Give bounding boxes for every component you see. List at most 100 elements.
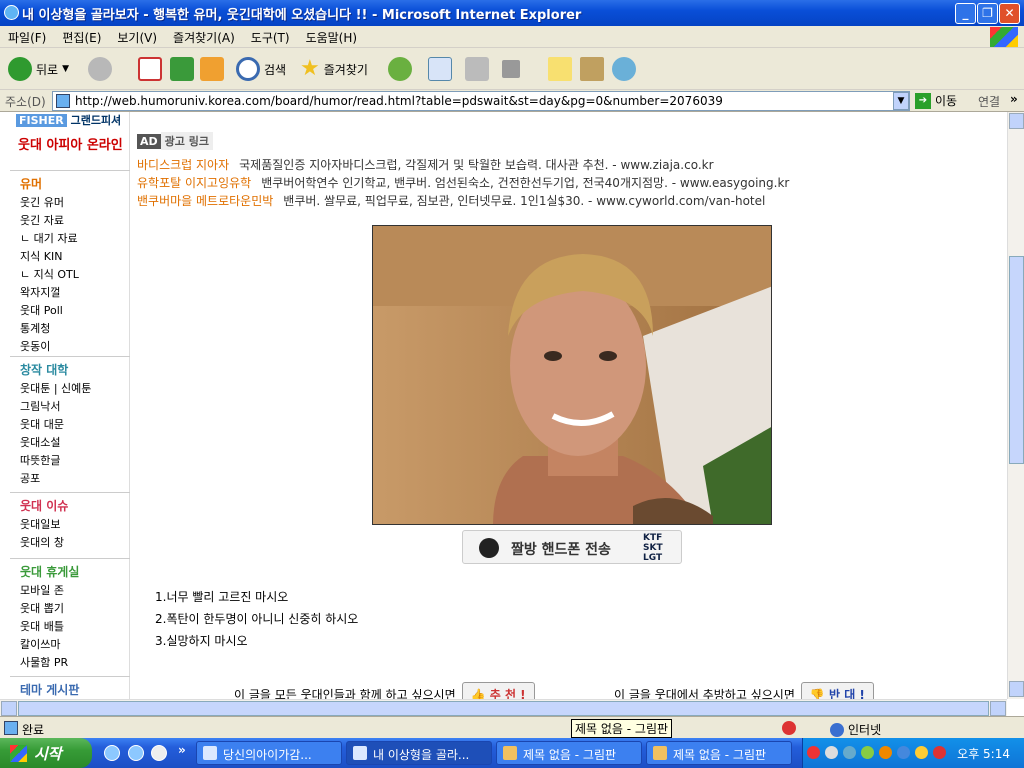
discuss-button[interactable] bbox=[548, 56, 572, 82]
h-scroll-thumb[interactable] bbox=[18, 701, 989, 716]
sidebar-item[interactable]: 웃대툰 | 신예툰 bbox=[20, 380, 130, 398]
scroll-thumb[interactable] bbox=[1009, 256, 1024, 464]
shield-icon[interactable] bbox=[915, 746, 928, 759]
sidebar-item[interactable]: 웃긴 자료 bbox=[20, 212, 130, 230]
sidebar-item[interactable]: ㄴ 지식 OTL bbox=[20, 266, 130, 284]
sidebar-item[interactable]: 웃대일보 bbox=[20, 516, 130, 534]
vertical-scrollbar[interactable] bbox=[1007, 112, 1024, 699]
links-label[interactable]: 연결 bbox=[978, 93, 1000, 110]
quicklaunch-ie-icon[interactable] bbox=[104, 745, 120, 761]
rule-text: 3.실망하지 마시오 bbox=[155, 634, 248, 648]
scroll-down-icon[interactable] bbox=[1009, 681, 1024, 697]
refresh-button[interactable] bbox=[170, 56, 194, 82]
sidebar-item[interactable]: 웃대 뽑기 bbox=[20, 600, 130, 618]
sidebar-item[interactable]: 웃대소설 bbox=[20, 434, 130, 452]
ad-link[interactable]: 밴쿠버마을 메트로타운민박 밴쿠버. 쌀무료, 픽업무료, 짐보관, 인터넷무료.… bbox=[137, 192, 765, 209]
research-button[interactable] bbox=[580, 56, 604, 82]
oppose-text: 이 글을 웃대에서 추방하고 싶으시면 bbox=[614, 688, 795, 699]
favorites-button[interactable]: ★ 즐겨찾기 bbox=[300, 56, 368, 82]
links-chevron-icon[interactable]: » bbox=[1010, 92, 1018, 106]
menu-file[interactable]: 파일(F) bbox=[0, 26, 54, 46]
window-title: 내 이상형을 골라보자 - 행복한 유머, 웃긴대학에 오셨습니다 !! - M… bbox=[22, 8, 582, 23]
sidebar-heading[interactable]: 테마 게시판 bbox=[20, 681, 130, 698]
task-button[interactable]: 당신의아이가감... bbox=[196, 741, 342, 765]
address-dropdown-icon[interactable]: ▼ bbox=[893, 92, 909, 110]
scroll-right-icon[interactable] bbox=[990, 701, 1006, 716]
sidebar-heading[interactable]: 웃대 이슈 bbox=[20, 497, 130, 514]
sidebar-item[interactable]: 웃대 배틀 bbox=[20, 618, 130, 636]
status-bar: 완료 인터넷 bbox=[0, 716, 1024, 738]
sidebar-item[interactable]: 모바일 존 bbox=[20, 582, 130, 600]
antivirus-icon[interactable] bbox=[933, 746, 946, 759]
tray-icon[interactable] bbox=[897, 746, 910, 759]
menu-edit[interactable]: 편집(E) bbox=[54, 26, 109, 46]
task-button[interactable]: 제목 없음 - 그림판 bbox=[496, 741, 642, 765]
menu-favorites[interactable]: 즐겨찾기(A) bbox=[165, 26, 243, 46]
start-button[interactable]: 시작 bbox=[0, 738, 92, 768]
oppose-button[interactable]: 👎 반 대 ! bbox=[800, 682, 874, 699]
quicklaunch-media-icon[interactable] bbox=[151, 745, 167, 761]
task-button-active[interactable]: 내 이상형을 골라... bbox=[346, 741, 492, 765]
stop-button[interactable] bbox=[138, 56, 162, 82]
sidebar-item[interactable]: 웃동이 bbox=[20, 338, 130, 356]
security-zone: 인터넷 bbox=[830, 721, 881, 738]
quicklaunch-ie-icon[interactable] bbox=[128, 745, 144, 761]
search-button[interactable]: 검색 bbox=[236, 56, 286, 82]
menu-help[interactable]: 도움말(H) bbox=[298, 26, 366, 46]
sidebar-item[interactable]: 공포 bbox=[20, 470, 130, 488]
sidebar-item[interactable]: 웃긴 유머 bbox=[20, 194, 130, 212]
sidebar-item[interactable]: 지식 KIN bbox=[20, 248, 130, 266]
sidebar-item[interactable]: 따뜻한글 bbox=[20, 452, 130, 470]
messenger-button[interactable] bbox=[612, 56, 636, 82]
carrier-list: KTF SKT LGT bbox=[643, 533, 663, 563]
ad-link[interactable]: 바디스크럽 지아자 국제품질인증 지아자바디스크럽, 각질제거 및 탁월한 보습력… bbox=[137, 156, 714, 173]
task-button[interactable]: 제목 없음 - 그림판 bbox=[646, 741, 792, 765]
scroll-left-icon[interactable] bbox=[1, 701, 17, 716]
sidebar-item[interactable]: 왁자지껄 bbox=[20, 284, 130, 302]
scroll-up-icon[interactable] bbox=[1009, 113, 1024, 129]
go-label: 이동 bbox=[935, 94, 958, 108]
go-button[interactable]: ➔ 이동 bbox=[915, 92, 957, 109]
back-button[interactable]: 뒤로 ▼ bbox=[8, 56, 69, 82]
edit-button[interactable] bbox=[502, 56, 520, 82]
home-button[interactable] bbox=[200, 56, 224, 82]
ie-window-icon bbox=[353, 746, 367, 760]
back-label: 뒤로 bbox=[36, 62, 59, 77]
sidebar-item[interactable]: 웃대 Poll bbox=[20, 302, 130, 320]
quicklaunch-chevron-icon[interactable]: » bbox=[178, 743, 186, 757]
tray-icon[interactable] bbox=[843, 746, 856, 759]
apia-online-logo[interactable]: 웃대 아피아 온라인 bbox=[18, 134, 126, 164]
sidebar-heading[interactable]: 웃대 휴게실 bbox=[20, 563, 130, 580]
sidebar-heading[interactable]: 창작 대학 bbox=[20, 361, 130, 378]
minimize-button[interactable]: _ bbox=[955, 3, 976, 24]
tray-chevron-icon[interactable] bbox=[825, 746, 838, 759]
menu-tools[interactable]: 도구(T) bbox=[243, 26, 298, 46]
horizontal-scrollbar[interactable] bbox=[0, 699, 1007, 716]
print-button[interactable] bbox=[465, 56, 489, 82]
sidebar-section: 테마 게시판 bbox=[10, 676, 130, 699]
phone-send-button[interactable]: 짤방 핸드폰 전송 KTF SKT LGT bbox=[462, 530, 682, 564]
sidebar-item[interactable]: 통계청 bbox=[20, 320, 130, 338]
maximize-button[interactable]: ❐ bbox=[977, 3, 998, 24]
tray-icon[interactable] bbox=[807, 746, 820, 759]
recommend-button[interactable]: 👍 추 천 ! bbox=[461, 682, 535, 699]
address-input[interactable]: http://web.humoruniv.korea.com/board/hum… bbox=[52, 91, 910, 111]
close-button[interactable]: ✕ bbox=[999, 3, 1020, 24]
sidebar-heading[interactable]: 유머 bbox=[20, 175, 130, 192]
sidebar-item[interactable]: 웃대 대문 bbox=[20, 416, 130, 434]
sidebar-item[interactable]: 사물함 PR bbox=[20, 654, 130, 672]
grandfisher-logo[interactable]: FISHER 그랜드피셔 bbox=[16, 112, 121, 128]
sidebar-item[interactable]: 그림낙서 bbox=[20, 398, 130, 416]
tray-icon[interactable] bbox=[861, 746, 874, 759]
forward-button[interactable] bbox=[88, 56, 112, 82]
history-button[interactable] bbox=[388, 56, 412, 82]
mail-icon bbox=[428, 57, 452, 81]
sidebar-item[interactable]: 칼이쓰마 bbox=[20, 636, 130, 654]
sidebar-item[interactable]: 웃대의 창 bbox=[20, 534, 130, 552]
sidebar-item[interactable]: ㄴ 대기 자료 bbox=[20, 230, 130, 248]
ad-link[interactable]: 유학포탈 이지고잉유학 밴쿠버어학연수 인기학교, 밴쿠버. 엄선된숙소, 건전한… bbox=[137, 174, 789, 191]
menu-view[interactable]: 보기(V) bbox=[109, 26, 165, 46]
tray-icon[interactable] bbox=[879, 746, 892, 759]
mail-button[interactable] bbox=[428, 56, 452, 82]
sidebar-section: 웃대 휴게실모바일 존 웃대 뽑기 웃대 배틀 칼이쓰마 사물함 PR bbox=[10, 558, 130, 672]
